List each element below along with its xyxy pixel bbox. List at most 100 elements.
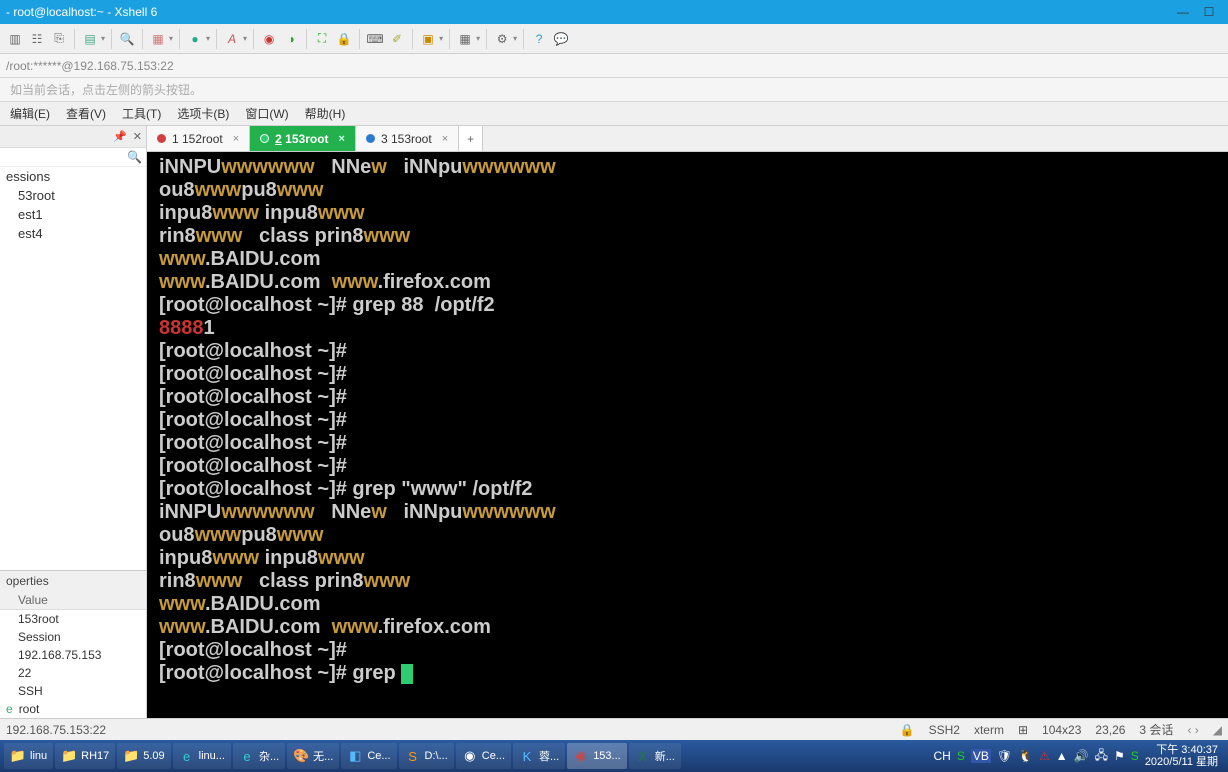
taskbar-button[interactable]: e杂... bbox=[233, 743, 285, 769]
tray-app-icon[interactable]: S bbox=[957, 749, 965, 763]
highlight-icon[interactable]: ✐ bbox=[388, 30, 406, 48]
close-tab-icon[interactable]: × bbox=[233, 133, 239, 145]
tray-volume-icon[interactable]: 🔊 bbox=[1074, 749, 1089, 763]
ssh-lock-icon: 🔒 bbox=[900, 723, 915, 737]
main-toolbar: ▥ ☷ ⎘ ▤▾ 🔍 ▦▾ ●▾ A▾ ◉ ◑ ⛶ 🔒 ⌨ ✐ ▣▾ ▦▾ ⚙▾… bbox=[0, 24, 1228, 54]
taskbar-app-icon: e bbox=[239, 748, 255, 764]
close-tab-icon[interactable]: × bbox=[339, 133, 345, 145]
properties-header: operties bbox=[0, 571, 146, 591]
menu-item[interactable]: 编辑(E) bbox=[10, 105, 50, 122]
taskbar-app-icon: K bbox=[519, 748, 535, 764]
tab-label: 2 153root bbox=[275, 132, 328, 146]
chevrons-icon[interactable]: ‹ › bbox=[1187, 723, 1198, 737]
property-row: 153root bbox=[0, 610, 146, 628]
session-tree[interactable]: 🔍 essions 53rootest1est4 bbox=[0, 148, 146, 570]
taskbar-button[interactable]: 📁 RH17 bbox=[55, 743, 115, 769]
menu-bar: 编辑(E) 查看(V) 工具(T) 选项卡(B) 窗口(W) 帮助(H) bbox=[0, 102, 1228, 126]
help-icon[interactable]: ? bbox=[530, 30, 548, 48]
terminal[interactable]: iNNPUwwwwww NNew iNNpuwwwwwwou8wwwpu8www… bbox=[147, 152, 1228, 718]
tree-icon[interactable]: ☷ bbox=[28, 30, 46, 48]
chat-icon[interactable]: 💬 bbox=[552, 30, 570, 48]
taskbar-label: RH17 bbox=[81, 750, 109, 762]
globe-icon[interactable]: ● bbox=[186, 30, 204, 48]
sidebar-controls: 📌 ✕ bbox=[0, 126, 146, 148]
tray-shield-icon[interactable]: 🛡 bbox=[997, 749, 1012, 763]
tray-qq-icon[interactable]: 🐧 bbox=[1018, 749, 1033, 763]
taskbar-app-icon: ◉ bbox=[462, 748, 478, 764]
taskbar-button[interactable]: SD:\... bbox=[399, 743, 454, 769]
layout-icon[interactable]: ▦ bbox=[456, 30, 474, 48]
session-icon: e bbox=[6, 702, 13, 716]
taskbar-button[interactable]: 📁5.09 bbox=[117, 743, 170, 769]
status-dot-icon bbox=[260, 134, 269, 143]
hint-bar: 如当前会话，点击左侧的箭头按钮。 bbox=[0, 78, 1228, 102]
gear-icon[interactable]: ⚙ bbox=[493, 30, 511, 48]
paste-icon[interactable]: ▤ bbox=[81, 30, 99, 48]
menu-item[interactable]: 选项卡(B) bbox=[177, 105, 229, 122]
keyboard-icon[interactable]: ⌨ bbox=[366, 30, 384, 48]
resize-grip-icon[interactable]: ◢ bbox=[1213, 723, 1222, 737]
close-tab-icon[interactable]: × bbox=[442, 133, 448, 145]
taskbar-button[interactable]: ◧Ce... bbox=[341, 743, 396, 769]
tray-alert-icon[interactable]: ⚠ bbox=[1039, 749, 1050, 763]
lock-icon[interactable]: 🔒 bbox=[335, 30, 353, 48]
session-item[interactable]: est1 bbox=[0, 205, 146, 224]
taskbar-button[interactable]: elinu... bbox=[173, 743, 231, 769]
new-session-icon[interactable]: ▥ bbox=[6, 30, 24, 48]
link-icon[interactable]: ⎘ bbox=[50, 30, 68, 48]
play-icon[interactable]: ◑ bbox=[282, 30, 300, 48]
search-small-icon[interactable]: 🔍 bbox=[127, 150, 142, 164]
session-item[interactable]: 53root bbox=[0, 186, 146, 205]
taskbar-app-icon: 📁 bbox=[123, 748, 139, 764]
status-bar: 192.168.75.153:22 🔒 SSH2 xterm ⊞ 104x23 … bbox=[0, 718, 1228, 740]
tree-root[interactable]: essions bbox=[0, 167, 146, 186]
tray-clock[interactable]: 下午 3:40:37 2020/5/11 星期 bbox=[1145, 744, 1218, 768]
taskbar-label: 新... bbox=[655, 748, 675, 764]
tab-label: 1 152root bbox=[172, 132, 223, 146]
add-icon[interactable]: ▣ bbox=[419, 30, 437, 48]
session-tab[interactable]: 2 153root × bbox=[250, 126, 356, 151]
status-dot-icon bbox=[366, 134, 375, 143]
taskbar-button[interactable]: K蓉... bbox=[513, 743, 565, 769]
record-icon[interactable]: ◉ bbox=[260, 30, 278, 48]
address-bar[interactable]: /root:******@192.168.75.153:22 bbox=[0, 54, 1228, 78]
taskbar-button[interactable]: X新... bbox=[629, 743, 681, 769]
property-row: e root bbox=[0, 700, 146, 718]
taskbar-label: D:\... bbox=[425, 750, 448, 762]
add-tab-button[interactable]: + bbox=[459, 126, 483, 151]
taskbar-app-icon: X bbox=[635, 748, 651, 764]
status-size: 104x23 bbox=[1042, 723, 1081, 737]
session-item[interactable]: est4 bbox=[0, 224, 146, 243]
minimize-button[interactable]: — bbox=[1170, 5, 1196, 19]
font-icon[interactable]: A bbox=[223, 30, 241, 48]
taskbar-label: linu bbox=[30, 750, 47, 762]
taskbar-button[interactable]: ◉153... bbox=[567, 743, 627, 769]
taskbar-label: 蓉... bbox=[539, 748, 559, 764]
session-tab[interactable]: 1 152root × bbox=[147, 126, 250, 151]
pin-icon[interactable]: 📌 bbox=[113, 130, 127, 143]
tray-network-icon[interactable]: 🖧 bbox=[1095, 746, 1108, 767]
taskbar-button[interactable]: ◉Ce... bbox=[456, 743, 511, 769]
tray-up-icon[interactable]: ▲ bbox=[1056, 749, 1068, 763]
fullscreen-icon[interactable]: ⛶ bbox=[313, 30, 331, 48]
maximize-button[interactable]: ☐ bbox=[1196, 5, 1222, 19]
taskbar-button[interactable]: 📁linu bbox=[4, 743, 53, 769]
tray-app2-icon[interactable]: S bbox=[1131, 749, 1139, 763]
address-text: /root:******@192.168.75.153:22 bbox=[6, 59, 174, 73]
taskbar-app-icon: ◧ bbox=[347, 748, 363, 764]
taskbar-button[interactable]: 🎨无... bbox=[287, 743, 339, 769]
session-tab[interactable]: 3 153root× bbox=[356, 126, 459, 151]
tray-vb-icon[interactable]: VB bbox=[971, 749, 991, 763]
menu-item[interactable]: 工具(T) bbox=[122, 105, 161, 122]
taskbar-app-icon: 📁 bbox=[61, 748, 77, 764]
search-icon[interactable]: 🔍 bbox=[118, 30, 136, 48]
copy-icon[interactable]: ▦ bbox=[149, 30, 167, 48]
tray-flag-icon[interactable]: ⚑ bbox=[1114, 749, 1125, 763]
menu-item[interactable]: 查看(V) bbox=[66, 105, 106, 122]
properties-panel: operties Value 153rootSession192.168.75.… bbox=[0, 570, 146, 718]
left-sidebar: 📌 ✕ 🔍 essions 53rootest1est4 operties Va… bbox=[0, 126, 147, 718]
menu-item[interactable]: 帮助(H) bbox=[305, 105, 346, 122]
close-panel-icon[interactable]: ✕ bbox=[133, 130, 142, 143]
ime-indicator[interactable]: CH bbox=[933, 749, 950, 763]
menu-item[interactable]: 窗口(W) bbox=[245, 105, 288, 122]
